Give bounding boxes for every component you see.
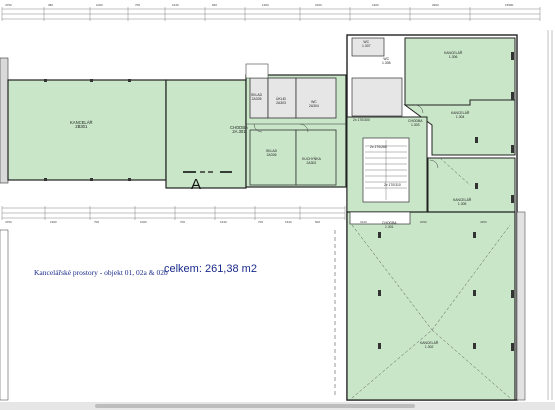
horizontal-scrollbar[interactable] — [0, 402, 555, 410]
dim-mid-11: 4350 — [480, 220, 487, 224]
label-wc-b: WC 1.307 — [362, 40, 371, 48]
room-kancelar-1302 — [346, 211, 516, 401]
stair-label-3: 2x 170/310 — [384, 183, 401, 187]
label-sklad-b: SKLAD 2A306 — [266, 149, 278, 157]
room-kancelar-1305 — [427, 157, 516, 214]
room-sklad-b — [249, 129, 297, 186]
dim-top-5: 840 — [212, 3, 218, 7]
room-wc-c — [351, 77, 403, 117]
dim-mid-0: 4750 — [5, 220, 12, 224]
dim-mid-1: 1900 — [50, 220, 57, 224]
floor-plan — [0, 7, 553, 401]
dim-top-3: 700 — [135, 3, 141, 7]
left-wall-lower — [0, 229, 9, 401]
dim-mid-5: 1640 — [220, 220, 227, 224]
label-kancelar-1305: KANCELÁŘ 1.305 — [453, 198, 472, 206]
dim-top-1: 380 — [48, 3, 54, 7]
label-uklid: ÚKLID 2A303 — [276, 97, 286, 105]
right-facade — [516, 211, 526, 401]
stair-label-1: 2x 170/300 — [353, 118, 370, 122]
dim-mid-9: 3120 — [360, 220, 367, 224]
left-wall — [0, 57, 9, 184]
label-wc-a: WC 2A304 — [309, 100, 319, 108]
dim-top-0: 4750 — [5, 3, 12, 7]
dim-top-7: 3150 — [315, 3, 322, 7]
stair-label-2: 2x 170/260 — [370, 145, 387, 149]
dim-top-6: 1300 — [262, 3, 269, 7]
label-kancelar-main: KANCELÁŘ 2B301 — [70, 120, 93, 130]
dim-mid-3: 1000 — [140, 220, 147, 224]
dim-top-10: 15990 — [505, 3, 514, 7]
dim-mid-6: 700 — [258, 220, 264, 224]
dim-top-2: 1000 — [96, 3, 103, 7]
dim-top-4: 1640 — [172, 3, 179, 7]
total-area: celkem: 261,38 m2 — [164, 263, 257, 275]
plan-caption: Kancelářské prostory - objekt 01, 02a & … — [34, 268, 168, 277]
dim-top-9: 2900 — [432, 3, 439, 7]
label-wc-c: WC 1.308 — [382, 57, 391, 65]
dim-mid-4: 700 — [180, 220, 186, 224]
dim-mid-8: 500 — [315, 220, 321, 224]
label-kuchynka: KUCHYŇKA 2A302 — [302, 157, 321, 165]
section-marker: A — [191, 176, 202, 193]
label-kancelar-1306: KANCELÁŘ 1.306 — [444, 51, 463, 59]
room-kancelar-main — [7, 79, 167, 181]
label-kancelar-1302: KANCELÁŘ 1.302 — [420, 341, 439, 349]
dim-mid-10: 2090 — [420, 220, 427, 224]
room-kancelar-1306 — [404, 37, 516, 106]
dim-mid-2: 700 — [94, 220, 100, 224]
corridor-lower — [349, 211, 411, 225]
label-chodba-left: CHODBA 2A.301 — [230, 125, 248, 135]
dim-top-8: 1900 — [372, 3, 379, 7]
label-chodba-right: CHODBA 1.303 — [408, 119, 423, 127]
label-sklad-a: SKLAD 2A305 — [251, 93, 263, 101]
scrollbar-thumb[interactable] — [95, 404, 415, 408]
dim-mid-7: 1540 — [285, 220, 292, 224]
label-kancelar-1304: KANCELÁŘ 1.304 — [451, 111, 470, 119]
room-wc-a — [295, 77, 337, 119]
label-chodba-lower: CHODBA 1.301 — [382, 221, 397, 229]
bath-top — [245, 63, 269, 79]
